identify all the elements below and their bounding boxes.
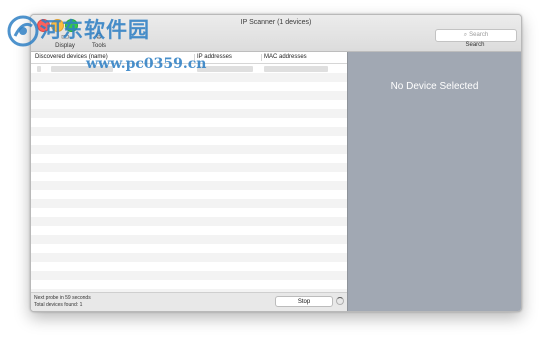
table-row [31,271,347,280]
column-header-mac[interactable]: MAC addresses [264,52,307,63]
stop-button[interactable]: Stop [275,296,333,307]
table-row [31,226,347,235]
toolbar-tools-button[interactable]: ⚙ Tools [79,30,119,50]
table-row [31,244,347,253]
search-input[interactable]: ⌕ Search [435,29,517,42]
table-row [31,181,347,190]
device-mac-cell [264,66,328,72]
table-row [31,190,347,199]
search-icon: ⌕ [463,32,468,38]
table-row [31,262,347,271]
table-row [31,235,347,244]
titlebar: IP Scanner (1 devices) ▭ Display ⚙ Tools… [31,15,521,52]
table-row [31,154,347,163]
table-row [31,109,347,118]
table-row [31,199,347,208]
device-table-body [31,64,347,292]
table-row [31,217,347,226]
table-row [31,91,347,100]
table-row [31,118,347,127]
table-row[interactable] [31,64,347,73]
table-row [31,208,347,217]
no-device-selected-text: No Device Selected [390,81,479,92]
table-row [31,73,347,82]
table-header: Discovered devices (name) IP addresses M… [31,52,347,64]
search-placeholder: Search [469,32,489,38]
column-header-ip[interactable]: IP addresses [197,52,232,63]
device-list-pane: Discovered devices (name) IP addresses M… [31,52,347,311]
column-separator [261,54,262,61]
window-title: IP Scanner (1 devices) [240,19,312,26]
scanning-spinner-icon [336,297,344,305]
device-detail-pane: No Device Selected [348,52,521,311]
app-window: IP Scanner (1 devices) ▭ Display ⚙ Tools… [30,14,522,312]
table-row [31,127,347,136]
table-row [31,136,347,145]
column-separator [194,54,195,61]
device-name-cell [51,66,113,72]
column-header-name[interactable]: Discovered devices (name) [35,52,108,63]
tools-icon: ⚙ [94,31,104,41]
search-label: Search [465,42,485,48]
table-row [31,163,347,172]
toolbar-tools-label: Tools [91,43,106,49]
status-bar: Next probe in 59 seconds Total devices f… [31,292,347,311]
device-icon [37,66,41,72]
next-probe-text: Next probe in 59 seconds [34,295,91,301]
device-ip-cell [197,66,253,72]
table-row [31,280,347,289]
table-row [31,172,347,181]
table-row [31,82,347,91]
total-devices-text: Total devices found: 1 [34,302,83,308]
table-row [31,100,347,109]
table-row [31,145,347,154]
table-row [31,253,347,262]
stage: IP Scanner (1 devices) ▭ Display ⚙ Tools… [0,0,550,350]
